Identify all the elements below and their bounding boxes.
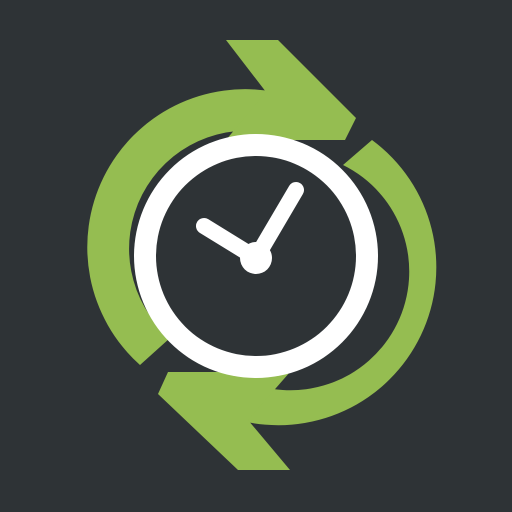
clock-icon	[134, 134, 378, 378]
sync-clock-icon	[0, 0, 512, 512]
clock-center-pin	[240, 242, 272, 274]
app-icon	[0, 0, 512, 512]
